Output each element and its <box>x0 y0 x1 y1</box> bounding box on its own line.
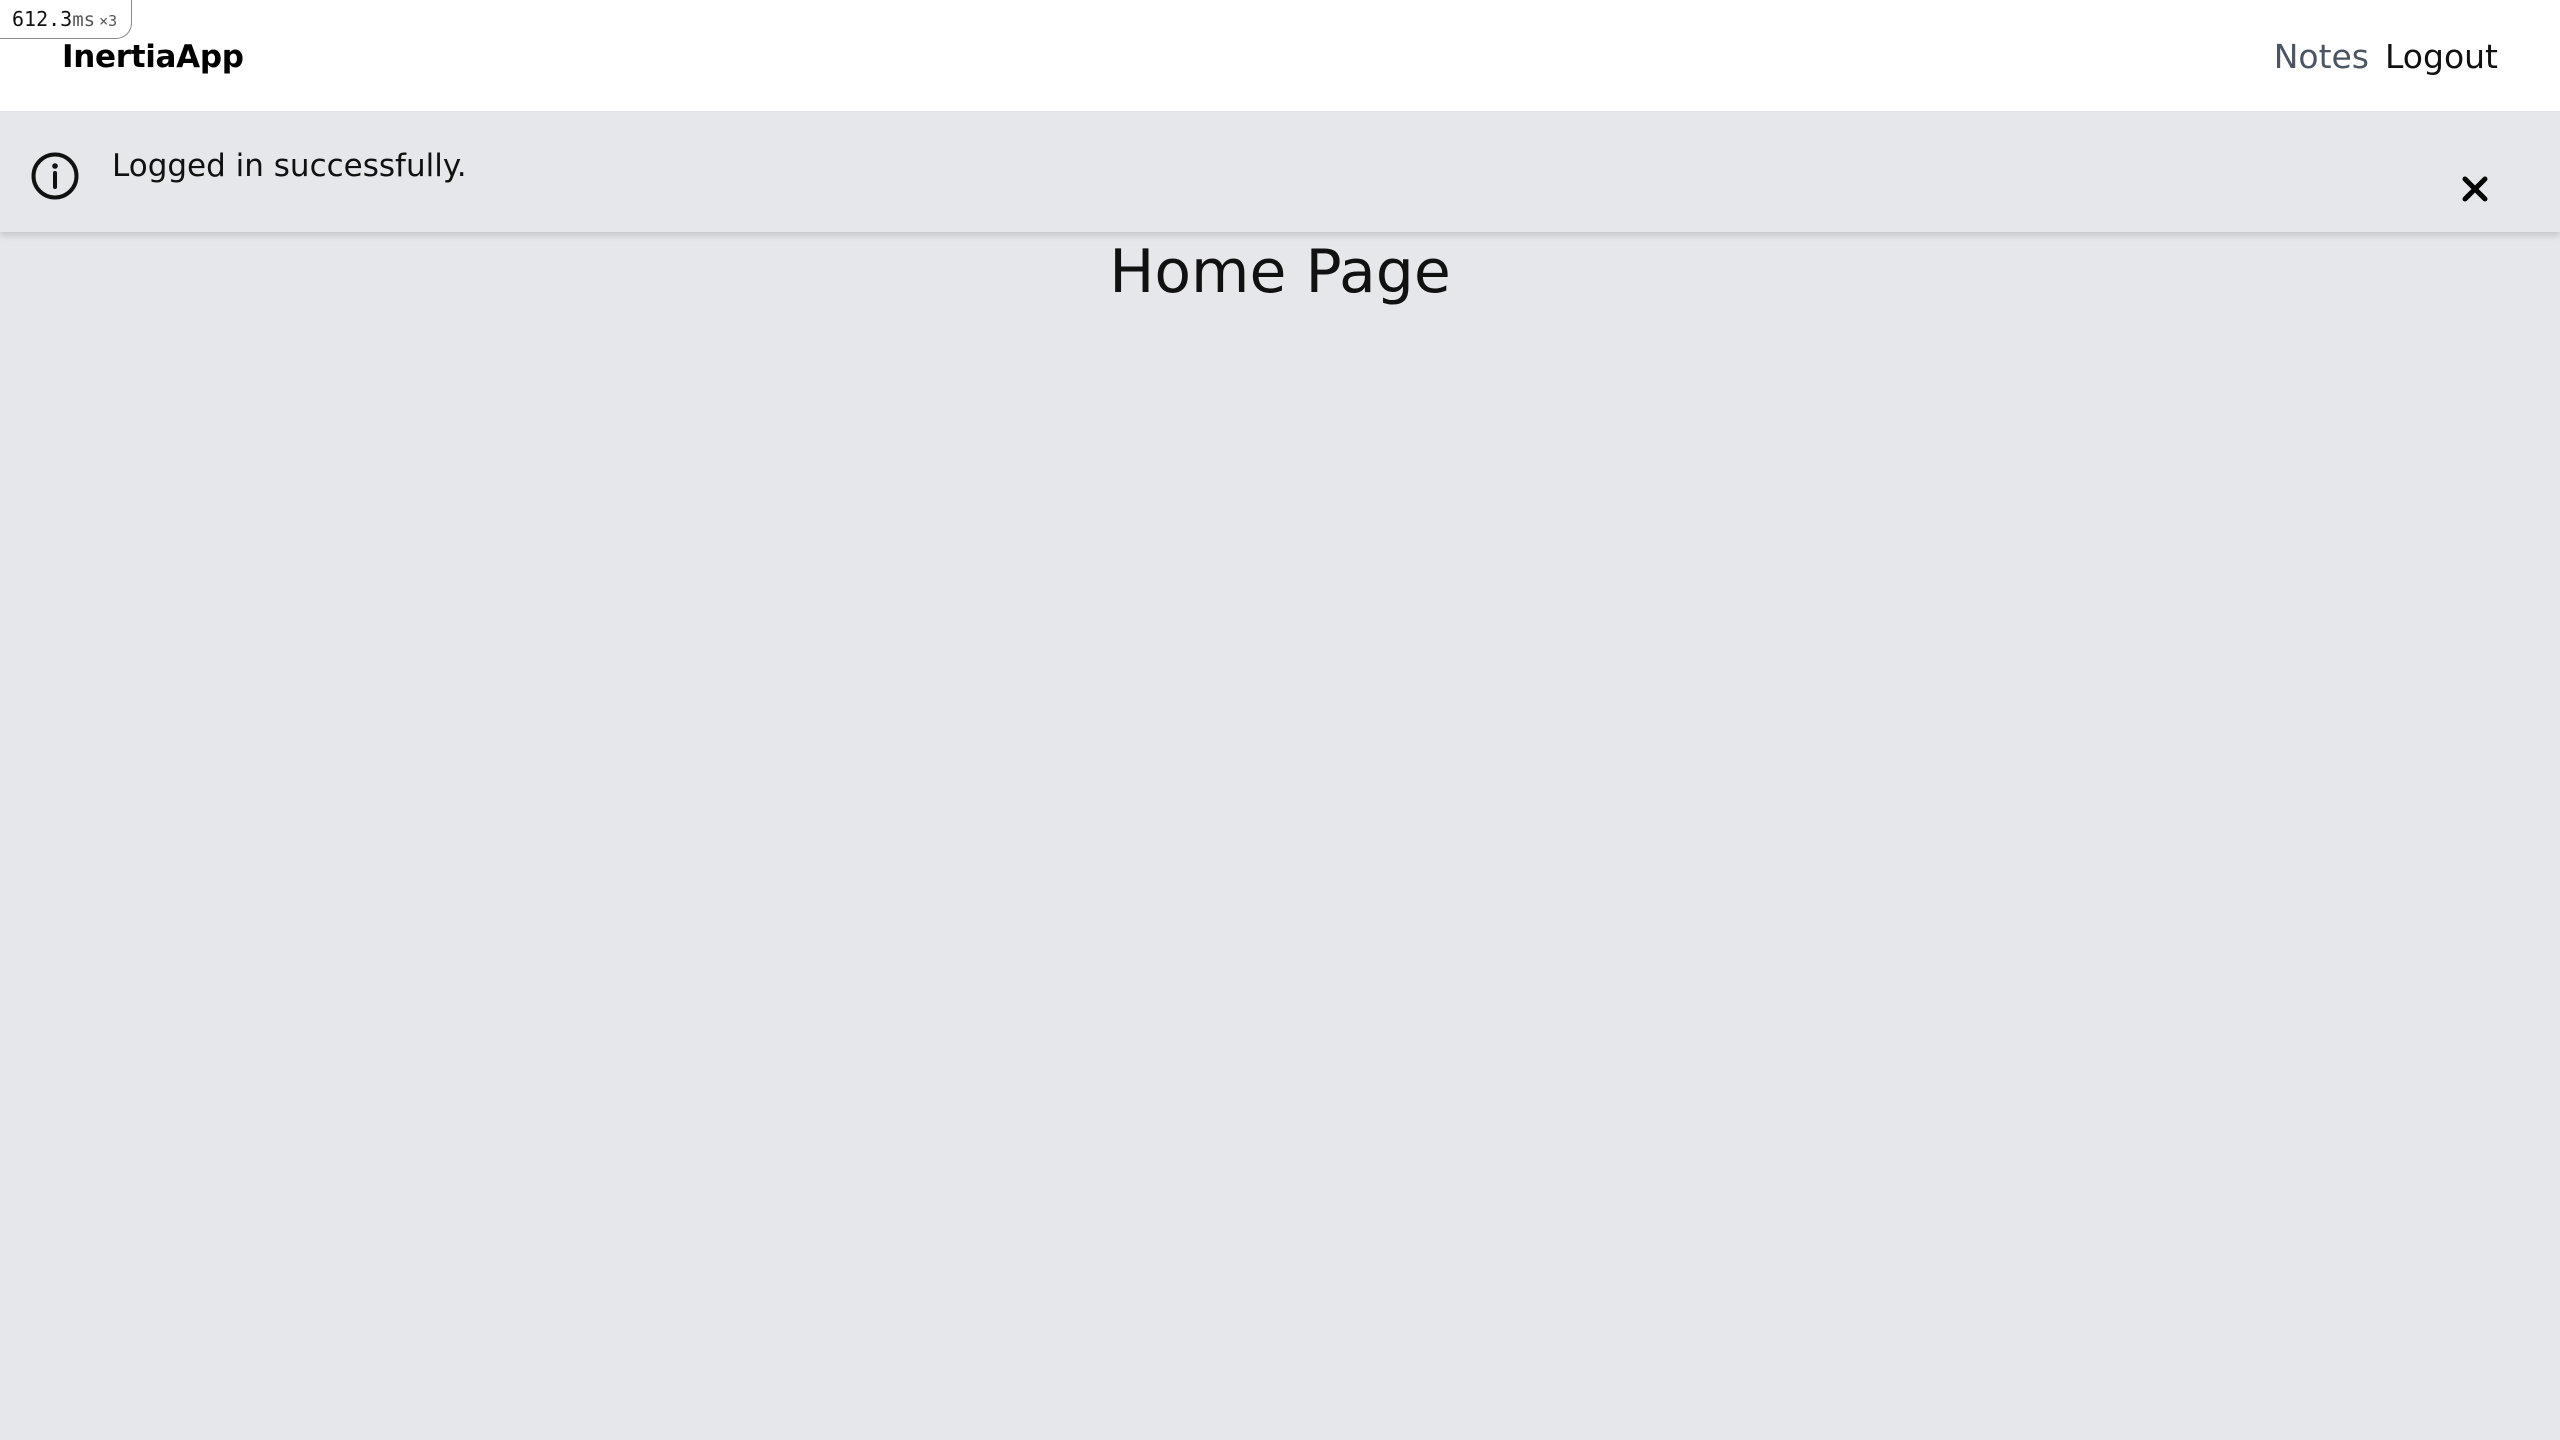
page-title: Home Page <box>1109 237 1451 307</box>
flash-message-banner: Logged in successfully. <box>0 112 2560 232</box>
top-navbar: InertiaApp Notes Logout <box>0 0 2560 112</box>
timing-unit: ms <box>72 9 96 31</box>
info-icon <box>31 152 79 200</box>
brand-logo-link[interactable]: InertiaApp <box>62 34 244 80</box>
close-icon[interactable] <box>2460 174 2490 204</box>
timing-count: ×3 <box>99 12 118 30</box>
flash-message-text: Logged in successfully. <box>112 148 467 184</box>
nav-link-notes[interactable]: Notes <box>2274 34 2369 80</box>
nav-links: Notes Logout <box>2274 34 2498 80</box>
performance-timing-badge: 612.3ms ×3 <box>0 0 133 39</box>
timing-value: 612.3 <box>12 7 73 31</box>
nav-link-logout[interactable]: Logout <box>2385 34 2498 80</box>
